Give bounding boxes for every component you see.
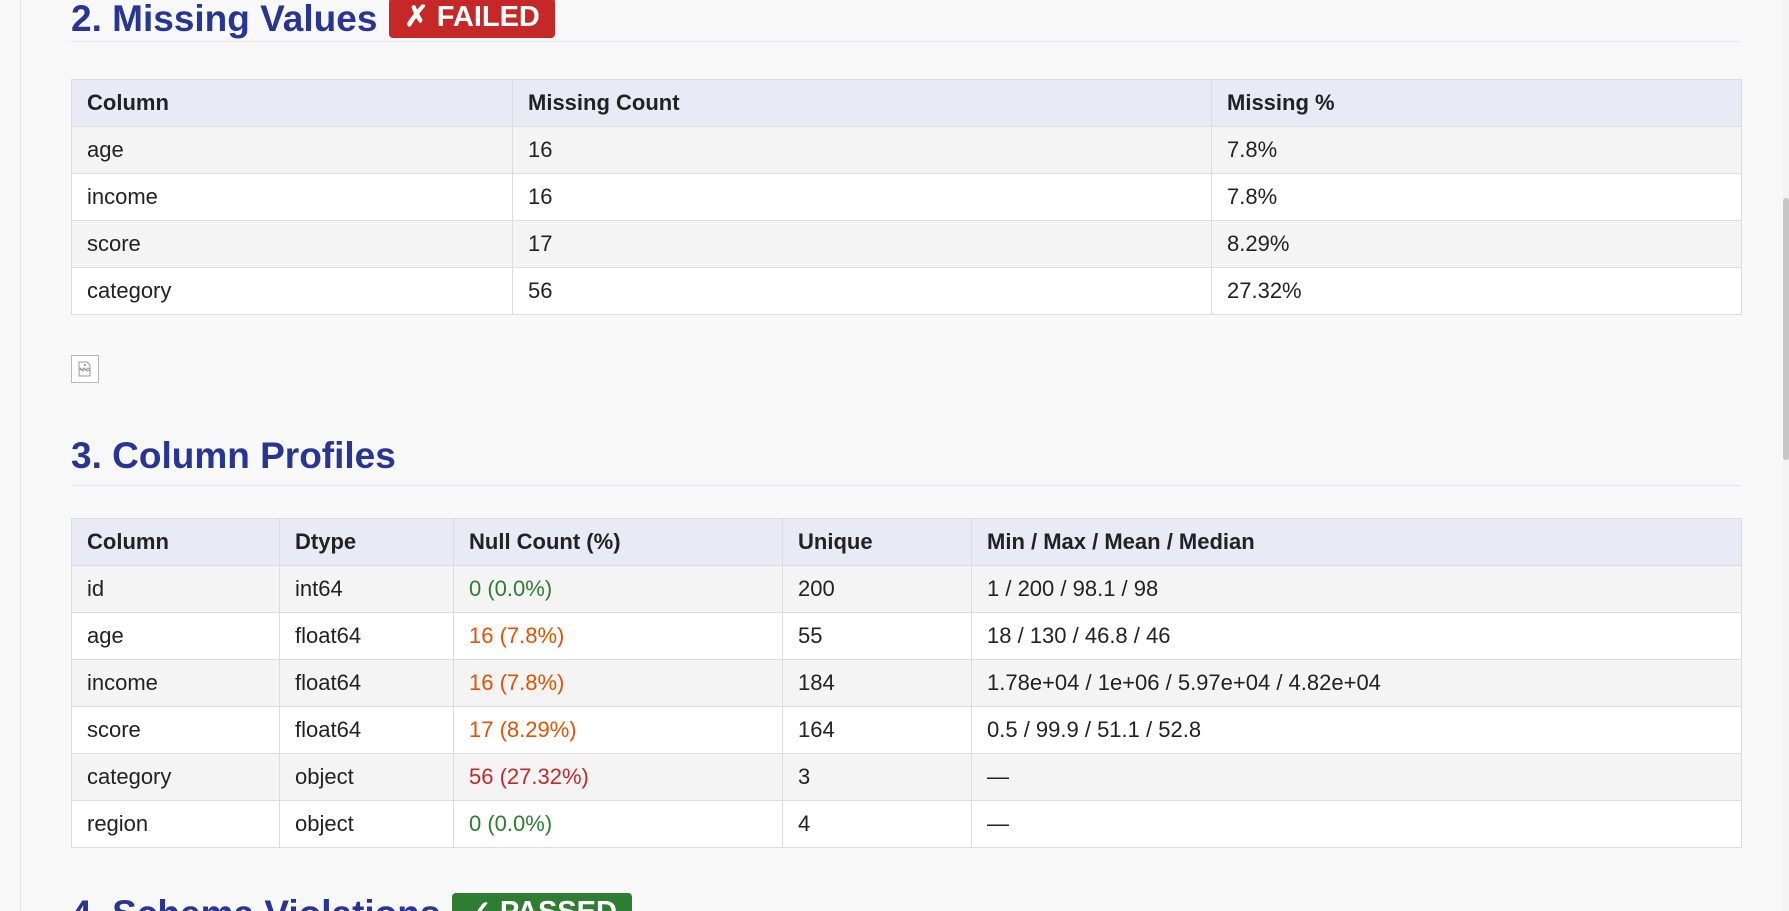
scrollbar-track[interactable] xyxy=(1783,0,1789,911)
broken-image-glyph xyxy=(78,361,91,377)
table-row: id int64 0 (0.0%) 200 1 / 200 / 98.1 / 9… xyxy=(71,565,1742,613)
header-dtype: Dtype xyxy=(279,518,454,566)
cell-column: id xyxy=(71,565,280,613)
table-row: income float64 16 (7.8%) 184 1.78e+04 / … xyxy=(71,659,1742,707)
scrollbar-thumb[interactable] xyxy=(1783,198,1789,460)
column-profiles-header: 3. Column Profiles xyxy=(71,436,1740,486)
cell-stats: 1.78e+04 / 1e+06 / 5.97e+04 / 4.82e+04 xyxy=(971,659,1742,707)
schema-violations-title-text: 4. Schema Violations xyxy=(71,895,440,911)
cell-unique: 4 xyxy=(782,800,972,848)
cell-unique: 164 xyxy=(782,706,972,754)
report-page: 2. Missing Values ✗ FAILED Column Missin… xyxy=(0,0,1789,911)
cell-missing-count: 16 xyxy=(512,173,1212,221)
left-border xyxy=(20,0,21,911)
cell-unique: 55 xyxy=(782,612,972,660)
broken-image-icon xyxy=(71,355,99,383)
table-row: category 56 27.32% xyxy=(71,267,1742,315)
cell-unique: 184 xyxy=(782,659,972,707)
table-header-row: Column Dtype Null Count (%) Unique Min /… xyxy=(71,518,1742,566)
cell-null-count: 16 (7.8%) xyxy=(453,659,783,707)
column-profiles-title-text: 3. Column Profiles xyxy=(71,435,396,476)
cell-null-count: 16 (7.8%) xyxy=(453,612,783,660)
cell-stats: — xyxy=(971,753,1742,801)
column-profiles-title: 3. Column Profiles xyxy=(71,436,1740,474)
cell-stats: — xyxy=(971,800,1742,848)
cell-missing-percent: 7.8% xyxy=(1211,173,1742,221)
cell-unique: 200 xyxy=(782,565,972,613)
cell-stats: 18 / 130 / 46.8 / 46 xyxy=(971,612,1742,660)
cell-null-count: 0 (0.0%) xyxy=(453,800,783,848)
cell-missing-count: 16 xyxy=(512,126,1212,174)
cell-null-count: 56 (27.32%) xyxy=(453,753,783,801)
cell-dtype: float64 xyxy=(279,612,454,660)
cell-missing-percent: 8.29% xyxy=(1211,220,1742,268)
header-unique: Unique xyxy=(782,518,972,566)
schema-violations-title: 4. Schema Violations ✓ PASSED xyxy=(71,893,1740,911)
cell-dtype: object xyxy=(279,800,454,848)
table-row: region object 0 (0.0%) 4 — xyxy=(71,800,1742,848)
cell-dtype: float64 xyxy=(279,706,454,754)
table-row: income 16 7.8% xyxy=(71,173,1742,221)
header-null-count: Null Count (%) xyxy=(453,518,783,566)
cell-column: category xyxy=(71,267,513,315)
table-row: score 17 8.29% xyxy=(71,220,1742,268)
table-header-row: Column Missing Count Missing % xyxy=(71,79,1742,127)
table-row: age 16 7.8% xyxy=(71,126,1742,174)
missing-values-table: Column Missing Count Missing % age 16 7.… xyxy=(71,79,1742,315)
cell-column: score xyxy=(71,706,280,754)
cell-stats: 0.5 / 99.9 / 51.1 / 52.8 xyxy=(971,706,1742,754)
cell-column: category xyxy=(71,753,280,801)
table-row: age float64 16 (7.8%) 55 18 / 130 / 46.8… xyxy=(71,612,1742,660)
header-stats: Min / Max / Mean / Median xyxy=(971,518,1742,566)
cell-unique: 3 xyxy=(782,753,972,801)
schema-violations-header: 4. Schema Violations ✓ PASSED xyxy=(71,893,1740,911)
header-column: Column xyxy=(71,518,280,566)
cell-column: income xyxy=(71,173,513,221)
cell-column: region xyxy=(71,800,280,848)
cell-null-count: 0 (0.0%) xyxy=(453,565,783,613)
header-column: Column xyxy=(71,79,513,127)
failed-badge: ✗ FAILED xyxy=(389,0,555,39)
cell-null-count: 17 (8.29%) xyxy=(453,706,783,754)
cell-column: age xyxy=(71,612,280,660)
header-missing-percent: Missing % xyxy=(1211,79,1742,127)
table-row: score float64 17 (8.29%) 164 0.5 / 99.9 … xyxy=(71,706,1742,754)
cell-dtype: object xyxy=(279,753,454,801)
cell-missing-count: 56 xyxy=(512,267,1212,315)
cell-stats: 1 / 200 / 98.1 / 98 xyxy=(971,565,1742,613)
cell-column: age xyxy=(71,126,513,174)
table-row: category object 56 (27.32%) 3 — xyxy=(71,753,1742,801)
cell-missing-percent: 7.8% xyxy=(1211,126,1742,174)
cell-column: score xyxy=(71,220,513,268)
column-profiles-table: Column Dtype Null Count (%) Unique Min /… xyxy=(71,518,1742,848)
header-missing-count: Missing Count xyxy=(512,79,1212,127)
cell-dtype: float64 xyxy=(279,659,454,707)
cell-missing-percent: 27.32% xyxy=(1211,267,1742,315)
cell-column: income xyxy=(71,659,280,707)
missing-values-title-text: 2. Missing Values xyxy=(71,0,378,39)
cell-dtype: int64 xyxy=(279,565,454,613)
cell-missing-count: 17 xyxy=(512,220,1212,268)
passed-badge: ✓ PASSED xyxy=(452,893,632,911)
missing-values-title: 2. Missing Values ✗ FAILED xyxy=(71,0,1740,39)
missing-values-header: 2. Missing Values ✗ FAILED xyxy=(71,0,1740,42)
